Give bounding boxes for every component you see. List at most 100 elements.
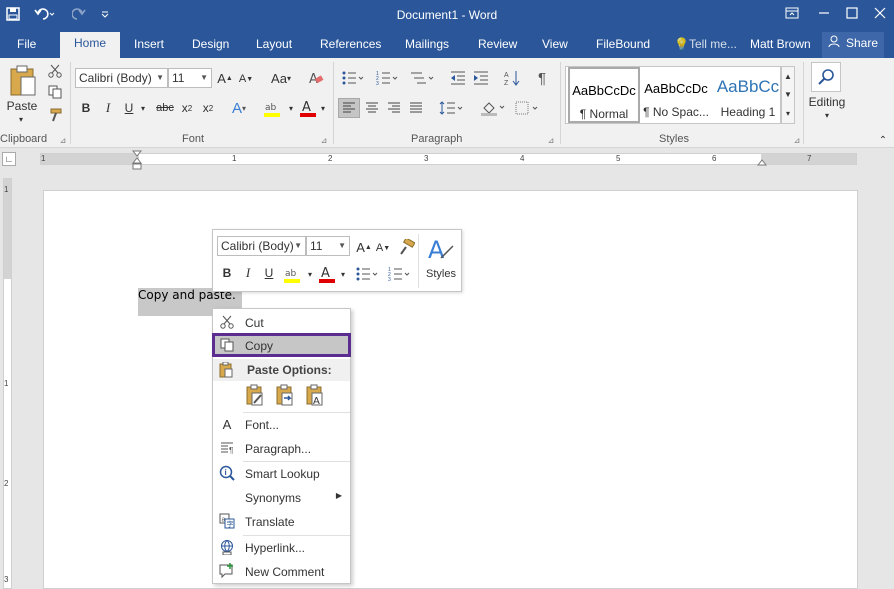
tab-filebound[interactable]: FileBound: [596, 37, 650, 57]
font-launcher-icon[interactable]: ⊿: [319, 135, 329, 145]
tab-layout[interactable]: Layout: [256, 37, 292, 57]
paste-keep-formatting-icon[interactable]: [243, 383, 267, 407]
underline-icon[interactable]: U: [121, 99, 137, 117]
mini-font-color-icon[interactable]: A: [317, 264, 337, 284]
sort-icon[interactable]: AZ: [502, 68, 522, 88]
menu-item-translate[interactable]: a字 Translate: [213, 510, 350, 532]
justify-icon[interactable]: [405, 98, 427, 118]
shrink-font-icon[interactable]: A ▼: [238, 70, 254, 88]
line-spacing-icon[interactable]: [436, 98, 466, 118]
mini-font-name-combo[interactable]: Calibri (Body) ▼: [217, 236, 306, 256]
menu-item-paragraph[interactable]: ¶ Paragraph...: [213, 437, 350, 459]
menu-item-font[interactable]: A Font...: [213, 413, 350, 435]
collapse-ribbon-icon[interactable]: ⌃: [876, 134, 890, 146]
mini-format-painter-icon[interactable]: [397, 237, 417, 257]
menu-item-copy[interactable]: Copy: [212, 333, 351, 357]
copy-icon[interactable]: [46, 83, 64, 101]
align-left-icon[interactable]: [338, 98, 360, 118]
mini-styles-icon[interactable]: A: [425, 234, 457, 264]
tab-mailings[interactable]: Mailings: [405, 37, 449, 57]
minimize-icon[interactable]: [810, 2, 838, 24]
numbering-icon[interactable]: 123: [372, 68, 402, 88]
paste-merge-formatting-icon[interactable]: [273, 383, 297, 407]
paste-label[interactable]: Paste: [4, 98, 40, 114]
show-formatting-icon[interactable]: ¶: [532, 68, 552, 88]
tab-review[interactable]: Review: [478, 37, 517, 57]
bullets-icon[interactable]: [338, 68, 368, 88]
highlight-icon[interactable]: ab: [262, 98, 286, 118]
vruler-bar[interactable]: 1 1 2 3: [3, 178, 12, 589]
close-icon[interactable]: [866, 2, 894, 24]
menu-item-synonyms[interactable]: Synonyms ▶: [213, 486, 350, 508]
clear-formatting-icon[interactable]: A: [306, 68, 326, 88]
scroll-up-icon[interactable]: ▲: [782, 67, 794, 85]
paste-dropdown-icon[interactable]: ▾: [14, 114, 28, 124]
menu-item-hyperlink[interactable]: Hyperlink...: [213, 536, 350, 558]
search-icon[interactable]: [811, 62, 841, 92]
borders-icon[interactable]: [512, 98, 542, 118]
tab-selector-icon[interactable]: ∟: [2, 152, 16, 166]
bold-icon[interactable]: B: [78, 99, 94, 117]
align-center-icon[interactable]: [361, 98, 383, 118]
mini-bold-icon[interactable]: B: [219, 264, 235, 282]
mini-grow-font-icon[interactable]: A ▲: [355, 237, 373, 257]
editing-label[interactable]: Editing: [804, 94, 850, 110]
tell-me-box[interactable]: 💡Tell me...: [674, 37, 737, 57]
mini-font-size-combo[interactable]: 11 ▼: [306, 236, 350, 256]
change-case-button[interactable]: Aa ▾: [266, 68, 296, 88]
tab-view[interactable]: View: [542, 37, 568, 57]
underline-dropdown-icon[interactable]: ▾: [138, 99, 148, 117]
text-effects-icon[interactable]: A ▾: [228, 98, 250, 118]
mini-styles-label[interactable]: Styles: [421, 266, 461, 282]
menu-item-smart-lookup[interactable]: i Smart Lookup: [213, 462, 350, 484]
right-indent-marker-icon[interactable]: [756, 156, 768, 168]
mini-shrink-font-icon[interactable]: A ▼: [375, 239, 391, 257]
clipboard-launcher-icon[interactable]: ⊿: [58, 135, 68, 145]
format-painter-icon[interactable]: [46, 106, 64, 124]
tab-insert[interactable]: Insert: [134, 37, 164, 57]
mini-numbering-icon[interactable]: 123: [384, 264, 414, 284]
user-name[interactable]: Matt Brown: [750, 37, 811, 57]
multilevel-list-icon[interactable]: [406, 68, 438, 88]
align-right-icon[interactable]: [383, 98, 405, 118]
paste-text-only-icon[interactable]: A: [303, 383, 327, 407]
font-color-dropdown-icon[interactable]: ▾: [318, 98, 328, 118]
menu-item-cut[interactable]: Cut: [213, 311, 350, 333]
mini-highlight-dropdown-icon[interactable]: ▾: [305, 264, 315, 284]
tab-references[interactable]: References: [320, 37, 381, 57]
style-normal[interactable]: AaBbCcDc ¶ Normal: [568, 67, 640, 123]
tab-home[interactable]: Home: [60, 32, 121, 58]
more-styles-icon[interactable]: ▾: [782, 104, 794, 122]
style-heading-1[interactable]: AaBbCc Heading 1: [712, 67, 784, 123]
indent-marker-icon[interactable]: [131, 150, 143, 170]
mini-italic-icon[interactable]: I: [240, 264, 256, 282]
editing-dropdown-icon[interactable]: ▾: [820, 110, 834, 120]
font-size-combo[interactable]: 11 ▼: [168, 68, 212, 88]
strikethrough-icon[interactable]: abc: [154, 99, 176, 117]
paragraph-launcher-icon[interactable]: ⊿: [546, 135, 556, 145]
maximize-icon[interactable]: [838, 2, 866, 24]
highlight-dropdown-icon[interactable]: ▾: [286, 98, 296, 118]
tab-file[interactable]: File: [17, 37, 36, 57]
mini-underline-icon[interactable]: U: [261, 264, 277, 282]
styles-launcher-icon[interactable]: ⊿: [792, 135, 802, 145]
mini-highlight-icon[interactable]: ab: [283, 264, 305, 284]
menu-item-new-comment[interactable]: New Comment: [213, 560, 350, 582]
ribbon-display-icon[interactable]: [778, 2, 806, 24]
ruler-bar[interactable]: 1 1 2 3 4 5 6 7: [40, 153, 857, 165]
font-name-combo[interactable]: Calibri (Body) ▼: [75, 68, 168, 88]
mini-font-color-dropdown-icon[interactable]: ▾: [338, 264, 348, 284]
style-no-spacing[interactable]: AaBbCcDc ¶ No Spac...: [640, 67, 712, 123]
grow-font-icon[interactable]: A ▲: [216, 68, 234, 88]
mini-bullets-icon[interactable]: [352, 264, 382, 284]
increase-indent-icon[interactable]: [471, 68, 491, 88]
font-color-icon[interactable]: A: [298, 98, 318, 118]
italic-icon[interactable]: I: [100, 99, 116, 117]
paste-icon[interactable]: [6, 64, 40, 98]
shading-icon[interactable]: [478, 98, 508, 118]
scroll-down-icon[interactable]: ▼: [782, 85, 794, 103]
superscript-icon[interactable]: x2: [199, 99, 217, 117]
subscript-icon[interactable]: x2: [178, 99, 196, 117]
cut-icon[interactable]: [46, 62, 64, 80]
decrease-indent-icon[interactable]: [448, 68, 468, 88]
